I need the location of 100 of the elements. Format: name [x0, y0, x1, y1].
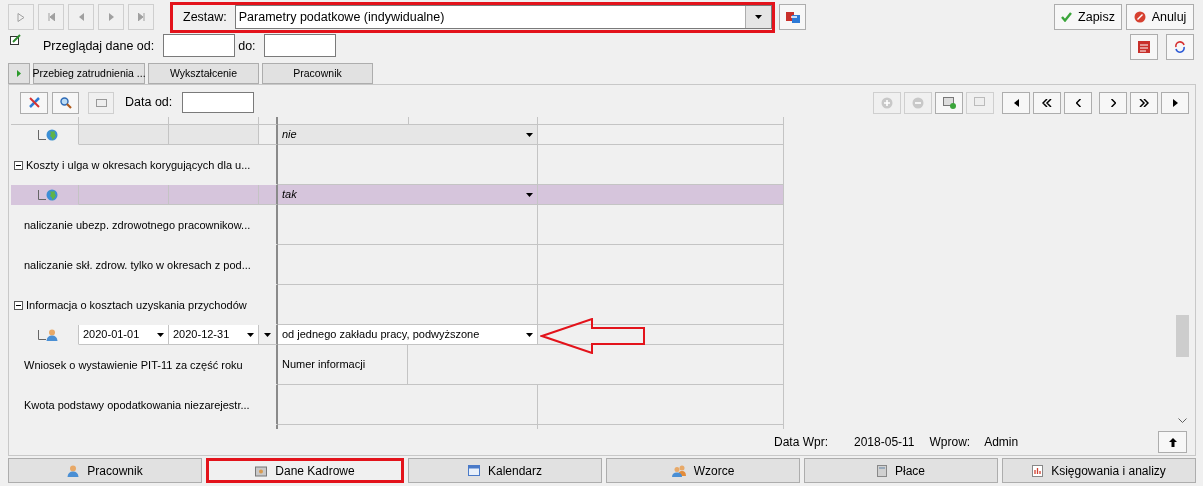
tab[interactable]: Wykształcenie: [148, 63, 259, 84]
check-icon: [1061, 12, 1073, 22]
date-to-field[interactable]: [263, 34, 336, 57]
globe-icon: [46, 188, 58, 201]
parameter-label: naliczanie ubezp. zdrowotnego pracownikow...: [24, 217, 251, 233]
chart-icon: [1032, 464, 1044, 477]
tab[interactable]: Pracownik: [262, 63, 373, 84]
parameter-label: Wniosek o wystawienie PIT-11 za część roku: [24, 357, 243, 373]
search-icon: [59, 96, 72, 109]
module-tab[interactable]: Wzorce: [606, 458, 800, 483]
chevron-right-icon: [1110, 98, 1116, 107]
remove-icon: [912, 96, 924, 109]
refresh-icon: [1174, 41, 1186, 53]
calculator-button[interactable]: [88, 91, 114, 114]
globe-icon: [46, 128, 58, 141]
table-row[interactable]: 2020-01-01 2020-12-31 od jednego zakładu pracy, podwyższone: [11, 325, 784, 345]
caret-icon: [755, 15, 762, 19]
caret-icon: [264, 332, 271, 337]
group-label: Koszty i ulga w okresach korygujących dla u...: [26, 157, 251, 173]
group-label: Informacja o kosztach uzyskania przychodów: [26, 297, 247, 313]
export-icon: [785, 11, 800, 23]
add-icon: [881, 96, 893, 109]
date-dropdown[interactable]: 2020-12-31: [169, 325, 259, 345]
calendar-icon: [467, 465, 480, 476]
value-dropdown[interactable]: tak: [278, 185, 538, 205]
previous-button[interactable]: [68, 4, 94, 30]
report-icon: [1138, 41, 1150, 53]
double-left-icon: [1042, 98, 1052, 107]
play-icon: [17, 12, 25, 22]
next-icon: [1172, 98, 1178, 107]
keypad-icon: [95, 98, 107, 107]
module-tab[interactable]: Kalendarz: [408, 458, 602, 483]
date-dropdown[interactable]: 2020-01-01: [79, 325, 169, 345]
export-button[interactable]: [779, 4, 806, 30]
table-cell: [259, 185, 278, 205]
first-button[interactable]: [38, 4, 64, 30]
date-from-field[interactable]: [163, 34, 236, 57]
tree-line-icon: [38, 129, 46, 140]
person-icon: [67, 464, 80, 477]
last-record-button[interactable]: [1130, 91, 1158, 114]
table-row[interactable]: tak: [11, 185, 784, 205]
date-field[interactable]: [182, 92, 255, 113]
field-label: do:: [238, 38, 256, 55]
scrollbar-thumb[interactable]: [1176, 315, 1189, 357]
start-button[interactable]: [8, 4, 34, 30]
search-button[interactable]: [52, 91, 79, 114]
scroll-down-icon: [1178, 418, 1187, 423]
field-label: Zestaw:: [183, 8, 227, 26]
parameter-label: naliczanie skł. zdrow. tylko w okresach z pod...: [24, 257, 251, 273]
previous-page-button[interactable]: [1002, 91, 1030, 114]
field-label: Data od:: [125, 94, 173, 112]
value-label: Numer informacji: [278, 345, 408, 385]
next-icon: [108, 13, 114, 21]
last-icon: [137, 13, 145, 21]
caret-icon: [526, 332, 533, 337]
tree-line-icon: [38, 329, 46, 340]
cancel-icon: [1133, 11, 1146, 23]
refresh-button[interactable]: [1166, 34, 1194, 60]
record-icon: [973, 96, 987, 109]
date-value: 2018-05-11: [854, 434, 915, 451]
module-tab[interactable]: Dane Kadrowe: [206, 458, 404, 483]
previous-icon: [78, 13, 84, 21]
next-record-button[interactable]: [1099, 91, 1127, 114]
parameter-label: Kwota podstawy opodatkowania niezarejestr...: [24, 397, 250, 413]
caret-icon: [526, 192, 533, 197]
tab[interactable]: Przebieg zatrudnienia ...: [33, 63, 145, 84]
expand-button[interactable]: [8, 63, 30, 84]
module-tab[interactable]: Płace: [804, 458, 998, 483]
expand-icon: [17, 70, 21, 77]
first-record-button[interactable]: [1033, 91, 1061, 114]
person-icon: [46, 328, 58, 341]
report-button[interactable]: [1130, 34, 1158, 60]
folder-icon: [255, 464, 268, 477]
add-record-icon: [942, 96, 956, 109]
next-button[interactable]: [98, 4, 124, 30]
previous-icon: [1013, 98, 1019, 107]
double-right-icon: [1139, 98, 1149, 107]
module-tab[interactable]: Pracownik: [8, 458, 202, 483]
cancel-button[interactable]: Anuluj: [1126, 4, 1194, 30]
column-header[interactable]: [538, 117, 784, 125]
caret-icon: [247, 332, 254, 337]
calculator-icon: [877, 464, 887, 477]
previous-record-button[interactable]: [1064, 91, 1092, 114]
add-record-button[interactable]: [935, 91, 963, 114]
last-button[interactable]: [128, 4, 154, 30]
scroll-top-button[interactable]: [1158, 431, 1187, 453]
set-dropdown[interactable]: Parametry podatkowe (indywidualne): [234, 5, 772, 29]
edit-icon: [10, 34, 21, 45]
tree-line-icon: [38, 189, 46, 200]
module-tab[interactable]: Księgowania i analizy: [1002, 458, 1196, 483]
field-label: Data Wpr:: [774, 434, 828, 451]
value-dropdown[interactable]: od jednego zakładu pracy, podwyższone: [278, 325, 538, 345]
next-page-button[interactable]: [1161, 91, 1189, 114]
table-row[interactable]: nie: [11, 125, 784, 145]
user-value: Admin: [984, 434, 1019, 451]
copy-record-button[interactable]: [966, 91, 994, 114]
save-button[interactable]: Zapisz: [1054, 4, 1122, 30]
value-dropdown[interactable]: nie: [278, 125, 538, 145]
tools-button[interactable]: [20, 91, 48, 114]
people-icon: [671, 464, 686, 477]
